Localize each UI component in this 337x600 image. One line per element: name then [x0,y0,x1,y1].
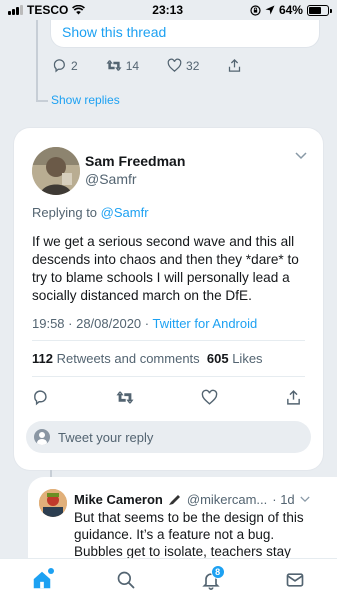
share-action[interactable] [227,58,242,73]
retweet-icon [106,60,122,71]
replying-to: Replying to @Samfr [32,205,149,220]
mail-icon [286,572,304,587]
reply-icon[interactable] [32,389,49,406]
user-avatar-icon [34,429,50,445]
bottom-nav: 8 [0,558,337,600]
reply-count: 2 [71,58,78,73]
divider [32,376,305,377]
location-icon [265,5,275,15]
share-icon[interactable] [285,389,302,406]
heart-icon[interactable] [201,389,218,406]
show-replies-link[interactable]: Show replies [51,93,120,107]
status-right: 64% [250,3,332,17]
main-tweet-card: Sam Freedman @Samfr Replying to @Samfr I… [14,128,323,470]
carrier-name: TESCO [27,3,69,17]
previous-tweet-actions: 2 14 32 [52,58,270,73]
tweet-stats: 112 Retweets and comments 605 Likes [32,351,263,366]
retweets-label[interactable]: Retweets and comments [53,351,207,366]
orientation-lock-icon [250,4,261,16]
status-time: 23:13 [152,3,183,17]
avatar[interactable] [39,489,67,517]
nav-messages[interactable] [280,565,310,595]
share-icon [229,58,241,72]
signal-icon [8,5,23,15]
like-action[interactable]: 32 [167,58,199,73]
heart-icon [167,58,182,72]
battery-icon [306,4,332,16]
reply-text: But that seems to be the design of this … [74,510,304,559]
like-count: 32 [186,58,200,73]
status-left: TESCO [8,3,86,17]
retweet-action[interactable]: 14 [106,58,139,73]
pen-icon [168,494,180,505]
tweet-text: If we get a serious second wave and this… [32,234,299,303]
nav-home[interactable] [27,565,57,595]
tweet-meta: 19:58 · 28/08/2020 · Twitter for Android [32,316,257,331]
likes-label[interactable]: Likes [229,351,262,366]
reply-placeholder: Tweet your reply [58,429,154,445]
divider [32,340,305,341]
reply-author-name[interactable]: Mike Cameron [74,492,163,507]
retweet-icon[interactable] [116,389,134,406]
retweets-count[interactable]: 112 [32,351,53,366]
reply-action[interactable]: 2 [52,58,78,73]
tweet-source[interactable]: Twitter for Android [152,316,257,331]
battery-percent: 64% [278,3,303,17]
main-tweet-actions [32,389,302,406]
thread-line [36,20,38,102]
search-icon [118,571,135,588]
replying-to-label: Replying to [32,205,101,220]
show-replies-connector [36,100,48,102]
nav-notifications[interactable]: 8 [196,564,226,595]
nav-search[interactable] [111,565,141,595]
chevron-down-icon[interactable] [300,496,310,503]
author-name[interactable]: Sam Freedman [85,153,185,169]
reply-icon [53,59,65,73]
home-unread-dot [48,567,55,574]
avatar[interactable] [32,147,80,195]
chevron-down-icon[interactable] [295,152,307,160]
replying-to-handle[interactable]: @Samfr [101,205,149,220]
avatar-image [39,489,67,517]
author-handle[interactable]: @Samfr [85,171,137,187]
avatar-image [32,147,80,195]
reply-author-handle[interactable]: @mikercam... [187,492,267,507]
reply-time: · 1d [272,492,295,507]
reply-header: Mike Cameron @mikercam... · 1d [74,492,324,507]
notifications-badge: 8 [210,564,225,579]
status-bar: TESCO 23:13 64% [0,0,337,20]
retweet-count: 14 [125,58,140,73]
likes-count[interactable]: 605 [207,351,229,366]
tweet-reply-input[interactable]: Tweet your reply [26,421,311,453]
wifi-icon [72,5,86,15]
show-this-thread-link[interactable]: Show this thread [62,24,166,40]
tweet-timestamp: 19:58 · 28/08/2020 · [32,316,153,331]
